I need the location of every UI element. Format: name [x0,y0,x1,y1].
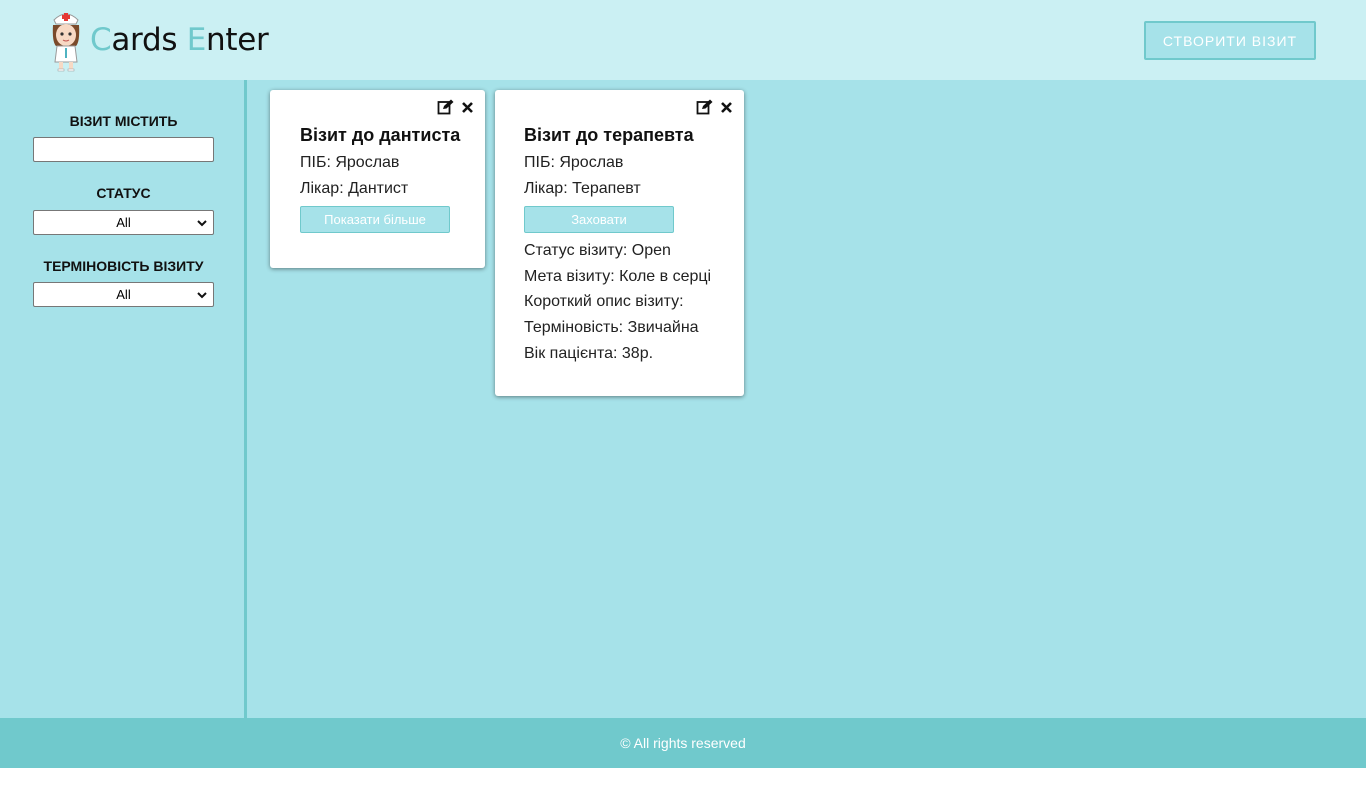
logo[interactable]: Cards Enter [46,8,269,72]
card-visit-purpose: Мета візиту: Коле в серці [524,268,712,285]
urgency-filter-value: All [116,287,131,302]
footer-copyright: © All rights reserved [620,735,746,751]
edit-icon[interactable] [696,99,713,115]
card-visit-description: Короткий опис візиту: [524,293,684,310]
status-filter-value: All [116,215,131,230]
visit-card-therapist: Візит до терапевта ПІБ: Ярослав Лікар: Т… [495,90,744,396]
status-filter-select[interactable]: All [33,210,214,235]
nurse-logo-icon [52,13,80,72]
header: Cards Enter СТВОРИТИ ВІЗИТ [0,0,1366,80]
show-more-button[interactable]: Показати більше [300,206,450,233]
status-filter-label: СТАТУС [96,185,151,201]
logo-text: Cards Enter [90,22,269,58]
create-visit-button[interactable]: СТВОРИТИ ВІЗИТ [1144,21,1316,60]
footer: © All rights reserved [0,718,1366,768]
card-title: Візит до дантиста [300,125,461,145]
filter-sidebar: ВІЗИТ МІСТИТЬ СТАТУС All ТЕРМІНОВІСТЬ ВІ… [0,80,247,718]
contains-filter-label: ВІЗИТ МІСТИТЬ [69,113,178,129]
close-icon[interactable] [720,101,733,114]
chevron-down-icon [197,220,207,227]
edit-icon[interactable] [437,99,454,115]
visit-card-dentist: Візит до дантиста ПІБ: Ярослав Лікар: Да… [270,90,485,268]
card-visit-urgency: Терміновість: Звичайна [524,319,699,336]
card-patient-age: Вік пацієнта: 38р. [524,345,654,362]
card-doctor: Лікар: Дантист [300,180,409,197]
chevron-down-icon [197,292,207,299]
card-patient-name: ПІБ: Ярослав [300,154,400,171]
urgency-filter-label: ТЕРМІНОВІСТЬ ВІЗИТУ [43,258,204,274]
main-area: ВІЗИТ МІСТИТЬ СТАТУС All ТЕРМІНОВІСТЬ ВІ… [0,80,1366,718]
card-doctor: Лікар: Терапевт [524,180,641,197]
contains-filter-input[interactable] [33,137,214,162]
card-title: Візит до терапевта [524,125,694,145]
urgency-filter-select[interactable]: All [33,282,214,307]
card-visit-status: Статус візиту: Open [524,242,671,259]
hide-button[interactable]: Заховати [524,206,674,233]
card-patient-name: ПІБ: Ярослав [524,154,624,171]
close-icon[interactable] [461,101,474,114]
